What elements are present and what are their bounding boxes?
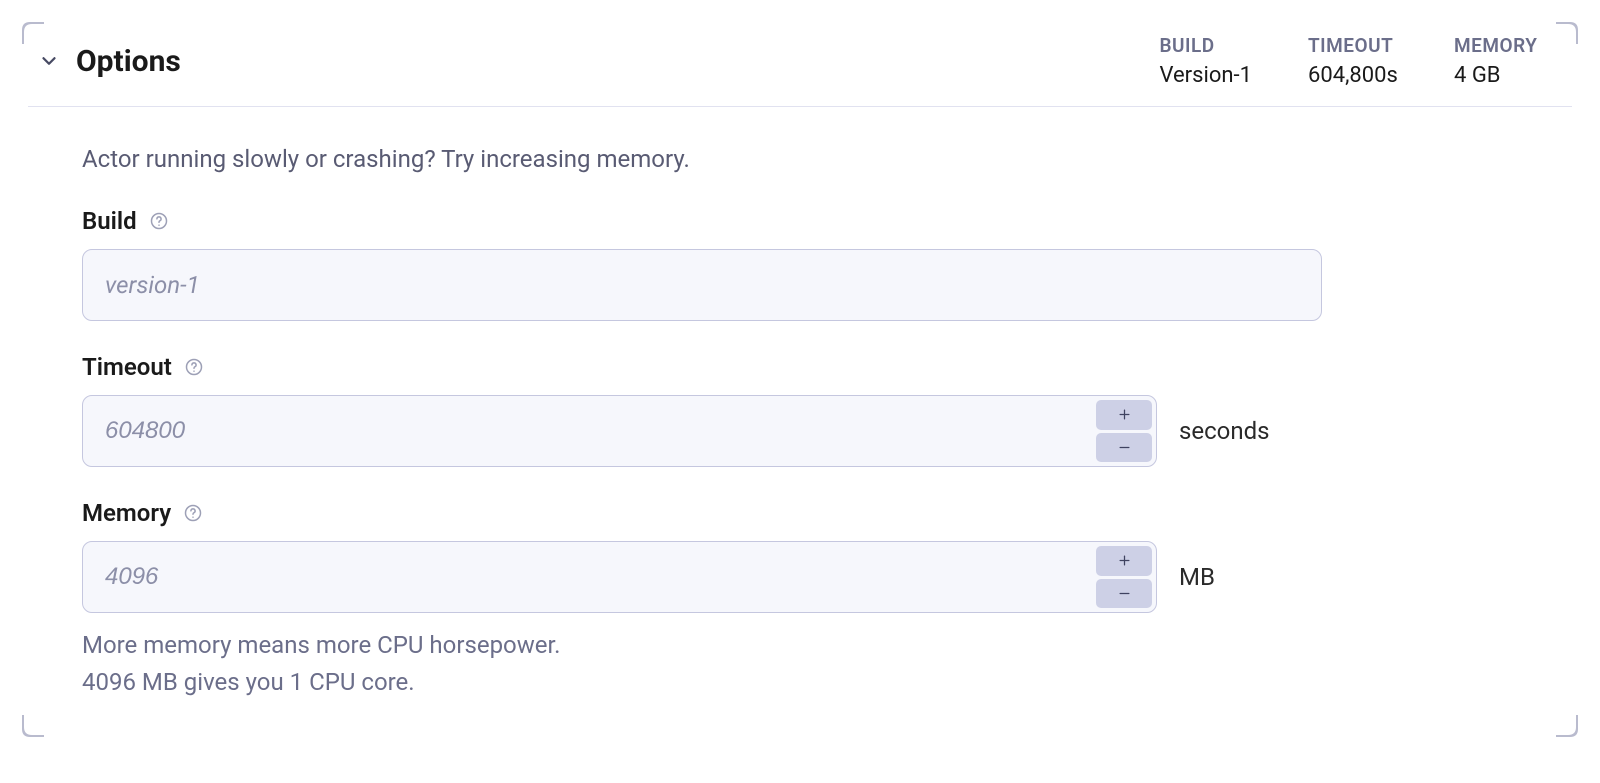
- summary-memory: MEMORY 4 GB: [1454, 34, 1544, 88]
- corner-top-left-icon: [22, 22, 44, 44]
- chevron-down-icon[interactable]: [38, 50, 60, 72]
- question-circle-icon[interactable]: [149, 211, 169, 231]
- panel-title: Options: [76, 44, 181, 79]
- field-label: Memory: [82, 499, 171, 527]
- memory-input[interactable]: [83, 542, 1096, 612]
- timeout-decrement-button[interactable]: [1096, 433, 1152, 463]
- memory-input-wrap: [82, 541, 1157, 613]
- corner-top-right-icon: [1556, 22, 1578, 44]
- field-label: Timeout: [82, 353, 172, 381]
- summary-label: MEMORY: [1454, 34, 1544, 57]
- summary-block: BUILD Version-1 TIMEOUT 604,800s MEMORY …: [1159, 34, 1572, 88]
- summary-value: 604,800s: [1308, 63, 1398, 88]
- field-timeout: Timeout seconds: [82, 353, 1532, 467]
- corner-bottom-right-icon: [1556, 715, 1578, 737]
- summary-value: 4 GB: [1454, 63, 1544, 88]
- summary-timeout: TIMEOUT 604,800s: [1308, 34, 1398, 88]
- build-value: version-1: [105, 271, 200, 299]
- summary-label: BUILD: [1159, 34, 1252, 57]
- memory-decrement-button[interactable]: [1096, 579, 1152, 609]
- summary-label: TIMEOUT: [1308, 34, 1398, 57]
- field-label: Build: [82, 207, 137, 235]
- summary-value: Version-1: [1159, 63, 1252, 88]
- summary-build: BUILD Version-1: [1159, 34, 1252, 88]
- field-build: Build version-1: [82, 207, 1532, 321]
- timeout-unit: seconds: [1179, 417, 1270, 445]
- options-panel: Options BUILD Version-1 TIMEOUT 604,800s…: [28, 28, 1572, 701]
- panel-header: Options BUILD Version-1 TIMEOUT 604,800s…: [28, 28, 1572, 107]
- memory-help-line: More memory means more CPU horsepower.: [82, 627, 1532, 664]
- timeout-input-wrap: [82, 395, 1157, 467]
- memory-increment-button[interactable]: [1096, 546, 1152, 576]
- panel-body: Actor running slowly or crashing? Try in…: [28, 107, 1548, 701]
- memory-stepper: [1096, 542, 1156, 612]
- question-circle-icon[interactable]: [183, 503, 203, 523]
- build-select[interactable]: version-1: [82, 249, 1322, 321]
- memory-help-line: 4096 MB gives you 1 CPU core.: [82, 664, 1532, 701]
- hint-text: Actor running slowly or crashing? Try in…: [82, 145, 1532, 173]
- timeout-stepper: [1096, 396, 1156, 466]
- field-memory: Memory MB: [82, 499, 1532, 701]
- memory-help: More memory means more CPU horsepower. 4…: [82, 627, 1532, 701]
- question-circle-icon[interactable]: [184, 357, 204, 377]
- memory-unit: MB: [1179, 563, 1215, 591]
- timeout-input[interactable]: [83, 396, 1096, 466]
- timeout-increment-button[interactable]: [1096, 400, 1152, 430]
- corner-bottom-left-icon: [22, 715, 44, 737]
